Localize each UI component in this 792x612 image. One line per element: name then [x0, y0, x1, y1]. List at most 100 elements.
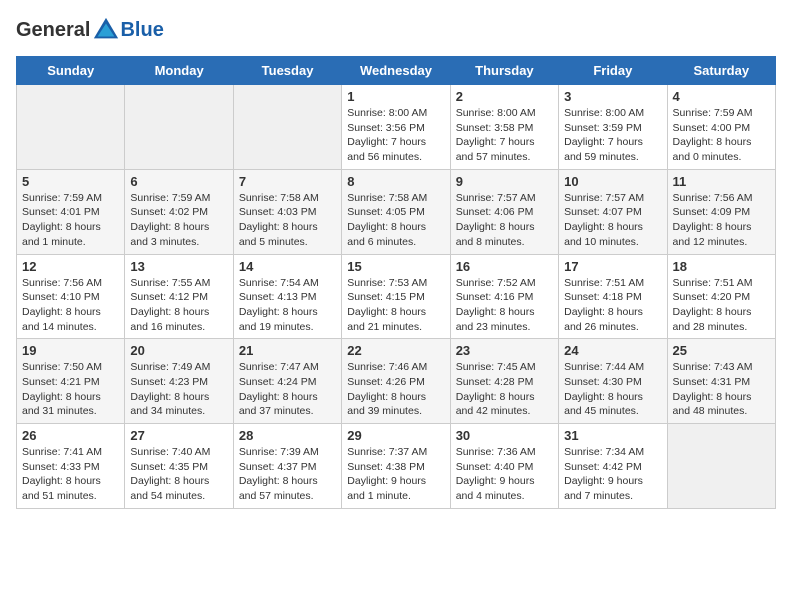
calendar-cell: 5 Sunrise: 7:59 AMSunset: 4:01 PMDaylight… [17, 169, 125, 254]
day-info: Sunrise: 7:41 AMSunset: 4:33 PMDaylight:… [22, 445, 119, 504]
day-number: 10 [564, 174, 661, 189]
logo-blue: Blue [120, 19, 163, 42]
day-number: 23 [456, 343, 553, 358]
calendar-cell: 10 Sunrise: 7:57 AMSunset: 4:07 PMDayligh… [559, 169, 667, 254]
day-info: Sunrise: 7:53 AMSunset: 4:15 PMDaylight:… [347, 276, 444, 335]
day-info: Sunrise: 7:56 AMSunset: 4:10 PMDaylight:… [22, 276, 119, 335]
calendar-cell: 24Sunrise: 7:44 AMSunset: 4:30 PMDayligh… [559, 339, 667, 424]
day-info: Sunrise: 8:00 AMSunset: 3:56 PMDaylight:… [347, 106, 444, 165]
day-number: 13 [130, 259, 227, 274]
col-header-wednesday: Wednesday [342, 57, 450, 85]
calendar-cell: 23 Sunrise: 7:45 AMSunset: 4:28 PMDayligh… [450, 339, 558, 424]
day-number: 17 [564, 259, 661, 274]
calendar-cell: 22Sunrise: 7:46 AMSunset: 4:26 PMDayligh… [342, 339, 450, 424]
calendar-cell: 12 Sunrise: 7:56 AMSunset: 4:10 PMDayligh… [17, 254, 125, 339]
day-number: 27 [130, 428, 227, 443]
day-number: 25 [673, 343, 770, 358]
day-number: 28 [239, 428, 336, 443]
day-info: Sunrise: 7:58 AMSunset: 4:03 PMDaylight:… [239, 191, 336, 250]
day-info: Sunrise: 7:50 AMSunset: 4:21 PMDaylight:… [22, 360, 119, 419]
day-info: Sunrise: 7:49 AMSunset: 4:23 PMDaylight:… [130, 360, 227, 419]
calendar-cell: 7 Sunrise: 7:58 AMSunset: 4:03 PMDaylight… [233, 169, 341, 254]
day-number: 21 [239, 343, 336, 358]
day-number: 8 [347, 174, 444, 189]
day-info: Sunrise: 7:45 AMSunset: 4:28 PMDaylight:… [456, 360, 553, 419]
calendar-cell: 16 Sunrise: 7:52 AMSunset: 4:16 PMDayligh… [450, 254, 558, 339]
calendar-cell: 21 Sunrise: 7:47 AMSunset: 4:24 PMDayligh… [233, 339, 341, 424]
calendar-cell: 13 Sunrise: 7:55 AMSunset: 4:12 PMDayligh… [125, 254, 233, 339]
day-info: Sunrise: 7:59 AMSunset: 4:02 PMDaylight:… [130, 191, 227, 250]
calendar-cell [667, 424, 775, 509]
day-info: Sunrise: 7:36 AMSunset: 4:40 PMDaylight:… [456, 445, 553, 504]
day-info: Sunrise: 7:51 AMSunset: 4:18 PMDaylight:… [564, 276, 661, 335]
day-number: 18 [673, 259, 770, 274]
col-header-friday: Friday [559, 57, 667, 85]
logo: General Blue [16, 16, 164, 44]
calendar-week-row: 5 Sunrise: 7:59 AMSunset: 4:01 PMDaylight… [17, 169, 776, 254]
day-number: 20 [130, 343, 227, 358]
calendar-cell [233, 85, 341, 170]
day-info: Sunrise: 7:52 AMSunset: 4:16 PMDaylight:… [456, 276, 553, 335]
day-info: Sunrise: 7:34 AMSunset: 4:42 PMDaylight:… [564, 445, 661, 504]
day-number: 15 [347, 259, 444, 274]
day-info: Sunrise: 7:40 AMSunset: 4:35 PMDaylight:… [130, 445, 227, 504]
col-header-thursday: Thursday [450, 57, 558, 85]
day-number: 19 [22, 343, 119, 358]
calendar-cell: 1 Sunrise: 8:00 AMSunset: 3:56 PMDaylight… [342, 85, 450, 170]
col-header-tuesday: Tuesday [233, 57, 341, 85]
calendar-week-row: 12 Sunrise: 7:56 AMSunset: 4:10 PMDayligh… [17, 254, 776, 339]
day-number: 5 [22, 174, 119, 189]
calendar-cell: 28 Sunrise: 7:39 AMSunset: 4:37 PMDayligh… [233, 424, 341, 509]
day-number: 1 [347, 89, 444, 104]
day-number: 24 [564, 343, 661, 358]
day-number: 7 [239, 174, 336, 189]
day-info: Sunrise: 7:59 AMSunset: 4:00 PMDaylight:… [673, 106, 770, 165]
calendar-cell: 30 Sunrise: 7:36 AMSunset: 4:40 PMDayligh… [450, 424, 558, 509]
day-info: Sunrise: 7:54 AMSunset: 4:13 PMDaylight:… [239, 276, 336, 335]
calendar-cell: 8 Sunrise: 7:58 AMSunset: 4:05 PMDaylight… [342, 169, 450, 254]
day-number: 26 [22, 428, 119, 443]
day-number: 2 [456, 89, 553, 104]
calendar-header-row: SundayMondayTuesdayWednesdayThursdayFrid… [17, 57, 776, 85]
calendar-cell: 17 Sunrise: 7:51 AMSunset: 4:18 PMDayligh… [559, 254, 667, 339]
calendar-week-row: 26 Sunrise: 7:41 AMSunset: 4:33 PMDayligh… [17, 424, 776, 509]
calendar-cell: 3 Sunrise: 8:00 AMSunset: 3:59 PMDaylight… [559, 85, 667, 170]
calendar-cell: 4 Sunrise: 7:59 AMSunset: 4:00 PMDaylight… [667, 85, 775, 170]
logo-general: General [16, 19, 90, 42]
calendar-cell [125, 85, 233, 170]
day-number: 12 [22, 259, 119, 274]
day-info: Sunrise: 7:58 AMSunset: 4:05 PMDaylight:… [347, 191, 444, 250]
day-info: Sunrise: 7:39 AMSunset: 4:37 PMDaylight:… [239, 445, 336, 504]
col-header-sunday: Sunday [17, 57, 125, 85]
day-info: Sunrise: 7:51 AMSunset: 4:20 PMDaylight:… [673, 276, 770, 335]
calendar-cell: 18 Sunrise: 7:51 AMSunset: 4:20 PMDayligh… [667, 254, 775, 339]
day-info: Sunrise: 7:55 AMSunset: 4:12 PMDaylight:… [130, 276, 227, 335]
calendar-cell: 19 Sunrise: 7:50 AMSunset: 4:21 PMDayligh… [17, 339, 125, 424]
day-number: 9 [456, 174, 553, 189]
day-number: 4 [673, 89, 770, 104]
day-info: Sunrise: 7:57 AMSunset: 4:07 PMDaylight:… [564, 191, 661, 250]
calendar-cell: 27 Sunrise: 7:40 AMSunset: 4:35 PMDayligh… [125, 424, 233, 509]
calendar-cell: 11Sunrise: 7:56 AMSunset: 4:09 PMDayligh… [667, 169, 775, 254]
logo-icon [92, 16, 120, 44]
day-number: 11 [673, 174, 770, 189]
calendar-cell: 2 Sunrise: 8:00 AMSunset: 3:58 PMDaylight… [450, 85, 558, 170]
calendar-cell: 25Sunrise: 7:43 AMSunset: 4:31 PMDayligh… [667, 339, 775, 424]
day-info: Sunrise: 7:46 AMSunset: 4:26 PMDaylight:… [347, 360, 444, 419]
calendar-table: SundayMondayTuesdayWednesdayThursdayFrid… [16, 56, 776, 509]
calendar-cell: 20 Sunrise: 7:49 AMSunset: 4:23 PMDayligh… [125, 339, 233, 424]
day-info: Sunrise: 8:00 AMSunset: 3:58 PMDaylight:… [456, 106, 553, 165]
day-info: Sunrise: 7:47 AMSunset: 4:24 PMDaylight:… [239, 360, 336, 419]
page-header: General Blue [16, 16, 776, 44]
calendar-cell [17, 85, 125, 170]
day-number: 16 [456, 259, 553, 274]
day-info: Sunrise: 7:59 AMSunset: 4:01 PMDaylight:… [22, 191, 119, 250]
col-header-monday: Monday [125, 57, 233, 85]
day-number: 3 [564, 89, 661, 104]
day-info: Sunrise: 8:00 AMSunset: 3:59 PMDaylight:… [564, 106, 661, 165]
day-info: Sunrise: 7:37 AMSunset: 4:38 PMDaylight:… [347, 445, 444, 504]
day-info: Sunrise: 7:57 AMSunset: 4:06 PMDaylight:… [456, 191, 553, 250]
day-number: 30 [456, 428, 553, 443]
calendar-cell: 29Sunrise: 7:37 AMSunset: 4:38 PMDayligh… [342, 424, 450, 509]
calendar-cell: 31Sunrise: 7:34 AMSunset: 4:42 PMDayligh… [559, 424, 667, 509]
